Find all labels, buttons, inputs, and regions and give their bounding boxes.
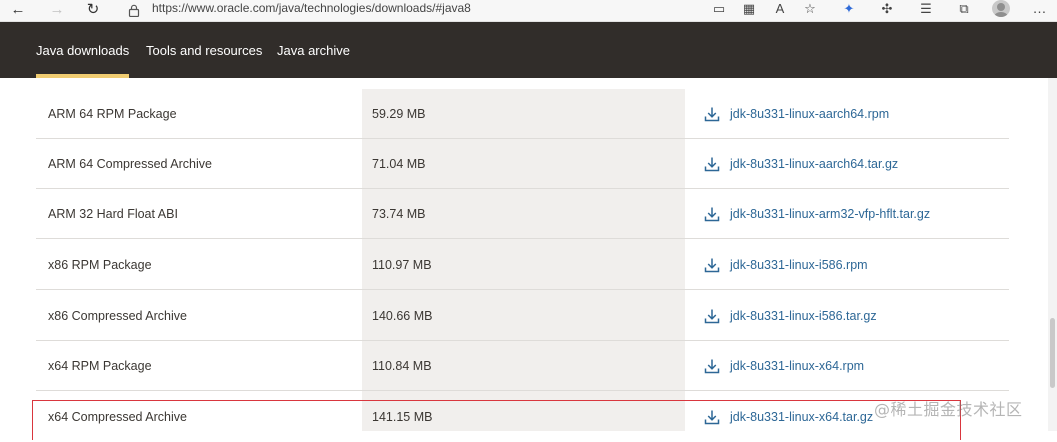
tab-java-downloads[interactable]: Java downloads xyxy=(36,22,130,78)
download-file-name: jdk-8u331-linux-aarch64.rpm xyxy=(730,107,890,121)
file-size: 140.66 MB xyxy=(372,309,433,323)
download-icon xyxy=(704,157,720,172)
download-icon xyxy=(704,107,720,122)
product-name: ARM 64 Compressed Archive xyxy=(48,157,212,171)
address-bar-url[interactable]: https://www.oracle.com/java/technologies… xyxy=(152,1,471,15)
file-size: 110.97 MB xyxy=(372,258,432,272)
download-file-name: jdk-8u331-linux-arm32-vfp-hflt.tar.gz xyxy=(730,207,931,221)
tab-java-archive[interactable]: Java archive xyxy=(277,22,350,78)
site-navigation: Java downloads Tools and resources Java … xyxy=(0,22,1057,78)
downloads-table: ARM 64 RPM Package 59.29 MB jdk-8u331-li… xyxy=(36,89,1009,431)
download-icon xyxy=(704,258,720,273)
more-menu-icon[interactable]: … xyxy=(1030,0,1050,18)
read-aloud-icon[interactable]: A xyxy=(771,0,789,18)
file-size: 71.04 MB xyxy=(372,157,426,171)
product-name: x86 RPM Package xyxy=(48,258,152,272)
highlight-box xyxy=(32,400,961,440)
download-link[interactable]: jdk-8u331-linux-arm32-vfp-hflt.tar.gz xyxy=(704,189,930,239)
table-row: ARM 64 RPM Package 59.29 MB jdk-8u331-li… xyxy=(36,89,1009,139)
table-row: x64 RPM Package 110.84 MB jdk-8u331-linu… xyxy=(36,341,1009,391)
back-arrow-icon[interactable]: ← xyxy=(8,1,28,19)
extension-icon[interactable]: ✦ xyxy=(840,0,858,18)
download-link[interactable]: jdk-8u331-linux-aarch64.rpm xyxy=(704,89,889,139)
table-row: ARM 64 Compressed Archive 71.04 MB jdk-8… xyxy=(36,139,1009,189)
download-link[interactable]: jdk-8u331-linux-i586.rpm xyxy=(704,240,868,290)
table-row: ARM 32 Hard Float ABI 73.74 MB jdk-8u331… xyxy=(36,189,1009,239)
download-file-name: jdk-8u331-linux-aarch64.tar.gz xyxy=(730,157,899,171)
tab-tools-and-resources[interactable]: Tools and resources xyxy=(146,22,262,78)
file-size: 73.74 MB xyxy=(372,207,426,221)
table-row: x86 Compressed Archive 140.66 MB jdk-8u3… xyxy=(36,291,1009,341)
collections-icon[interactable]: ⧉ xyxy=(955,0,973,18)
watermark: @稀土掘金技术社区 xyxy=(874,400,1023,419)
lock-icon[interactable] xyxy=(128,4,140,17)
download-icon xyxy=(704,309,720,324)
product-name: ARM 64 RPM Package xyxy=(48,107,177,121)
favorites-icon[interactable]: ☰ xyxy=(917,0,935,18)
forward-arrow-icon[interactable]: → xyxy=(47,1,67,19)
favorite-add-icon[interactable]: ☆ xyxy=(801,0,819,18)
file-size: 110.84 MB xyxy=(372,359,432,373)
product-name: x64 RPM Package xyxy=(48,359,152,373)
puzzle-icon[interactable]: ✣ xyxy=(878,0,896,18)
download-file-name: jdk-8u331-linux-x64.rpm xyxy=(730,359,865,373)
scrollbar[interactable] xyxy=(1048,78,1057,431)
product-name: x86 Compressed Archive xyxy=(48,309,187,323)
download-link[interactable]: jdk-8u331-linux-x64.rpm xyxy=(704,341,864,391)
grid-icon[interactable]: ▦ xyxy=(740,0,758,18)
product-name: ARM 32 Hard Float ABI xyxy=(48,207,178,221)
download-file-name: jdk-8u331-linux-i586.tar.gz xyxy=(730,309,877,323)
browser-toolbar: ← → ↻ https://www.oracle.com/java/techno… xyxy=(0,0,1057,22)
download-file-name: jdk-8u331-linux-i586.rpm xyxy=(730,258,868,272)
profile-avatar[interactable] xyxy=(992,0,1010,17)
download-link[interactable]: jdk-8u331-linux-i586.tar.gz xyxy=(704,291,877,341)
download-icon xyxy=(704,207,720,222)
download-icon xyxy=(704,359,720,374)
app-available-icon[interactable]: ▭ xyxy=(710,0,728,18)
file-size: 59.29 MB xyxy=(372,107,426,121)
table-row: x86 RPM Package 110.97 MB jdk-8u331-linu… xyxy=(36,240,1009,290)
scrollbar-thumb[interactable] xyxy=(1050,318,1055,388)
download-link[interactable]: jdk-8u331-linux-aarch64.tar.gz xyxy=(704,139,898,189)
reload-icon[interactable]: ↻ xyxy=(83,1,103,19)
